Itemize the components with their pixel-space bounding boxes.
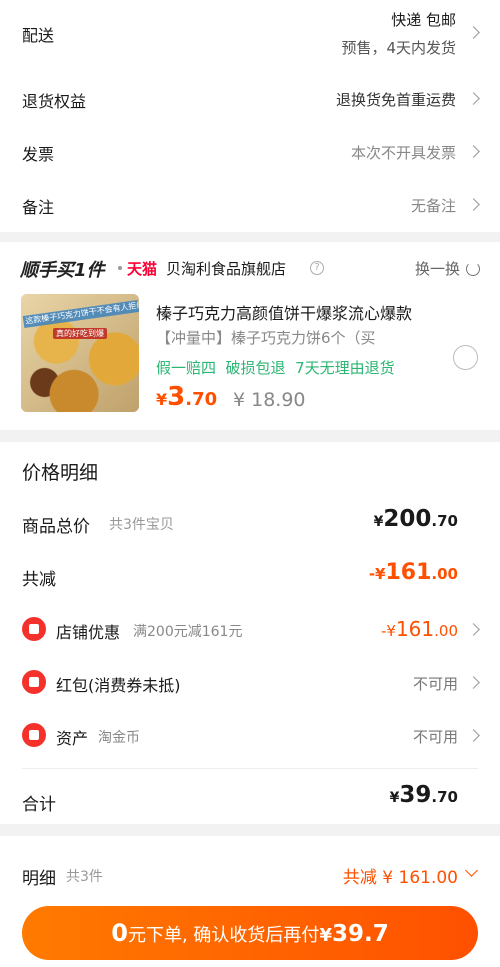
sum-dec: .70 (431, 788, 458, 806)
guarantee-tags: 假一赔四 破损包退 7天无理由退货 (156, 359, 395, 377)
product-title[interactable]: 榛子巧克力高颜值饼干爆浆流心爆款 (156, 300, 412, 324)
sum-value: ¥39.70 (390, 782, 458, 808)
expand-chevron-icon[interactable] (465, 864, 478, 877)
refresh-icon[interactable] (466, 262, 480, 276)
delivery-presale: 预售，4天内发货 (341, 39, 456, 57)
goods-total-dec: .70 (431, 512, 458, 530)
chevron-right-icon (467, 729, 480, 742)
order-info-card: 配送 快递 包邮 预售，4天内发货 退货权益 退换货免首重运费 发票 本次不开具… (0, 0, 500, 232)
delivery-row[interactable]: 配送 快递 包邮 预售，4天内发货 (0, 0, 500, 66)
chevron-right-icon (467, 26, 480, 39)
price-detail-title: 价格明细 (22, 462, 99, 484)
chevron-right-icon (467, 676, 480, 689)
product-image[interactable]: 这款榛子巧克力饼干不会有人拒绝吧 真的好吃到爆 (21, 294, 139, 412)
price-decimal: .70 (185, 389, 218, 410)
asset-row[interactable]: 资产 淘金币 不可用 (0, 713, 500, 757)
original-price: ¥ 18.90 (233, 389, 306, 411)
button-zero: 0 (111, 919, 128, 947)
product-price: ¥3.70 (156, 382, 217, 412)
delivery-label: 配送 (22, 26, 55, 45)
asset-icon (22, 723, 46, 747)
invoice-value: 本次不开具发票 (350, 144, 456, 162)
chevron-right-icon (467, 145, 480, 158)
detail-label[interactable]: 明细 (22, 864, 56, 889)
remark-value: 无备注 (410, 197, 456, 215)
button-text: 元下单, 确认收货后再付 (127, 925, 320, 946)
return-row[interactable]: 退货权益 退换货免首重运费 (0, 72, 500, 124)
shop-promo-dec: .00 (434, 622, 458, 640)
delivery-method: 快递 包邮 (391, 11, 456, 29)
shop-promo-desc: 满200元减161元 (133, 624, 243, 640)
button-amount: 39.7 (331, 921, 389, 947)
asset-value: 不可用 (412, 728, 458, 746)
redpack-value: 不可用 (412, 675, 458, 693)
price-symbol: ¥ (156, 390, 168, 409)
discount-label: 共减 (22, 570, 56, 590)
brand-tag: 顺手买1件 (20, 260, 105, 281)
place-order-button[interactable]: 0元下单, 确认收货后再付¥39.7 (22, 906, 478, 960)
redpack-label: 红包(消费券未抵) (56, 676, 181, 695)
shop-promo-symbol: -¥ (380, 622, 396, 640)
select-radio[interactable] (453, 345, 478, 370)
chevron-right-icon (467, 92, 480, 105)
shop-promo-value: -¥161.00 (381, 617, 458, 641)
sum-label: 合计 (22, 795, 56, 815)
asset-desc: 淘金币 (98, 730, 140, 746)
product-subtitle: 【冲量中】榛子巧克力饼6个（买 (156, 329, 376, 347)
help-icon[interactable]: ? (310, 261, 324, 275)
discount-symbol: -¥ (368, 565, 386, 583)
divider (22, 768, 478, 769)
price-integer: 3 (167, 382, 186, 412)
currency-symbol: ¥ (373, 514, 384, 530)
bottom-bar: 明细 共3件 共减 ¥ 161.00 0元下单, 确认收货后再付¥39.7 (0, 836, 500, 967)
invoice-row[interactable]: 发票 本次不开具发票 (0, 125, 500, 177)
discount-value: -¥161.00 (369, 560, 458, 585)
discount-dec: .00 (431, 565, 458, 583)
goods-total-label: 商品总价 (22, 517, 90, 537)
redpack-row[interactable]: 红包(消费券未抵) 不可用 (0, 660, 500, 704)
total-discount[interactable]: 共减 ¥ 161.00 (343, 863, 458, 888)
shop-promo-row[interactable]: 店铺优惠 满200元减161元 -¥161.00 (0, 607, 500, 651)
tmall-logo: 天猫 (127, 260, 158, 278)
goods-total-int: 200 (383, 506, 432, 532)
discount-int: 161 (385, 560, 432, 585)
remark-row[interactable]: 备注 无备注 (0, 178, 500, 230)
chevron-right-icon (467, 623, 480, 636)
sum-int: 39 (399, 782, 432, 808)
addon-product-card: 顺手买1件 天猫 贝淘利食品旗舰店 ? 换一换 这款榛子巧克力饼干不会有人拒绝吧… (0, 242, 500, 430)
chevron-right-icon (467, 198, 480, 211)
return-value: 退换货免首重运费 (335, 91, 456, 109)
shop-promo-int: 161 (395, 617, 435, 641)
dot-separator (118, 266, 122, 270)
price-detail-card: 价格明细 商品总价 共3件宝贝 ¥200.70 共减 -¥161.00 店铺优惠… (0, 442, 500, 824)
red-packet-icon (22, 670, 46, 694)
shop-coupon-icon (22, 617, 46, 641)
shop-name[interactable]: 贝淘利食品旗舰店 (166, 258, 286, 279)
goods-total-value: ¥200.70 (374, 506, 458, 532)
detail-count: 共3件 (66, 869, 103, 885)
product-image-caption2: 真的好吃到爆 (53, 328, 107, 339)
return-label: 退货权益 (22, 92, 87, 111)
invoice-label: 发票 (22, 145, 55, 164)
remark-label: 备注 (22, 198, 55, 217)
shop-promo-label: 店铺优惠 (56, 623, 121, 642)
sum-symbol: ¥ (389, 790, 400, 806)
asset-label: 资产 (56, 729, 89, 748)
goods-count: 共3件宝贝 (109, 517, 174, 533)
swap-label[interactable]: 换一换 (415, 258, 460, 279)
button-symbol: ¥ (319, 925, 332, 946)
